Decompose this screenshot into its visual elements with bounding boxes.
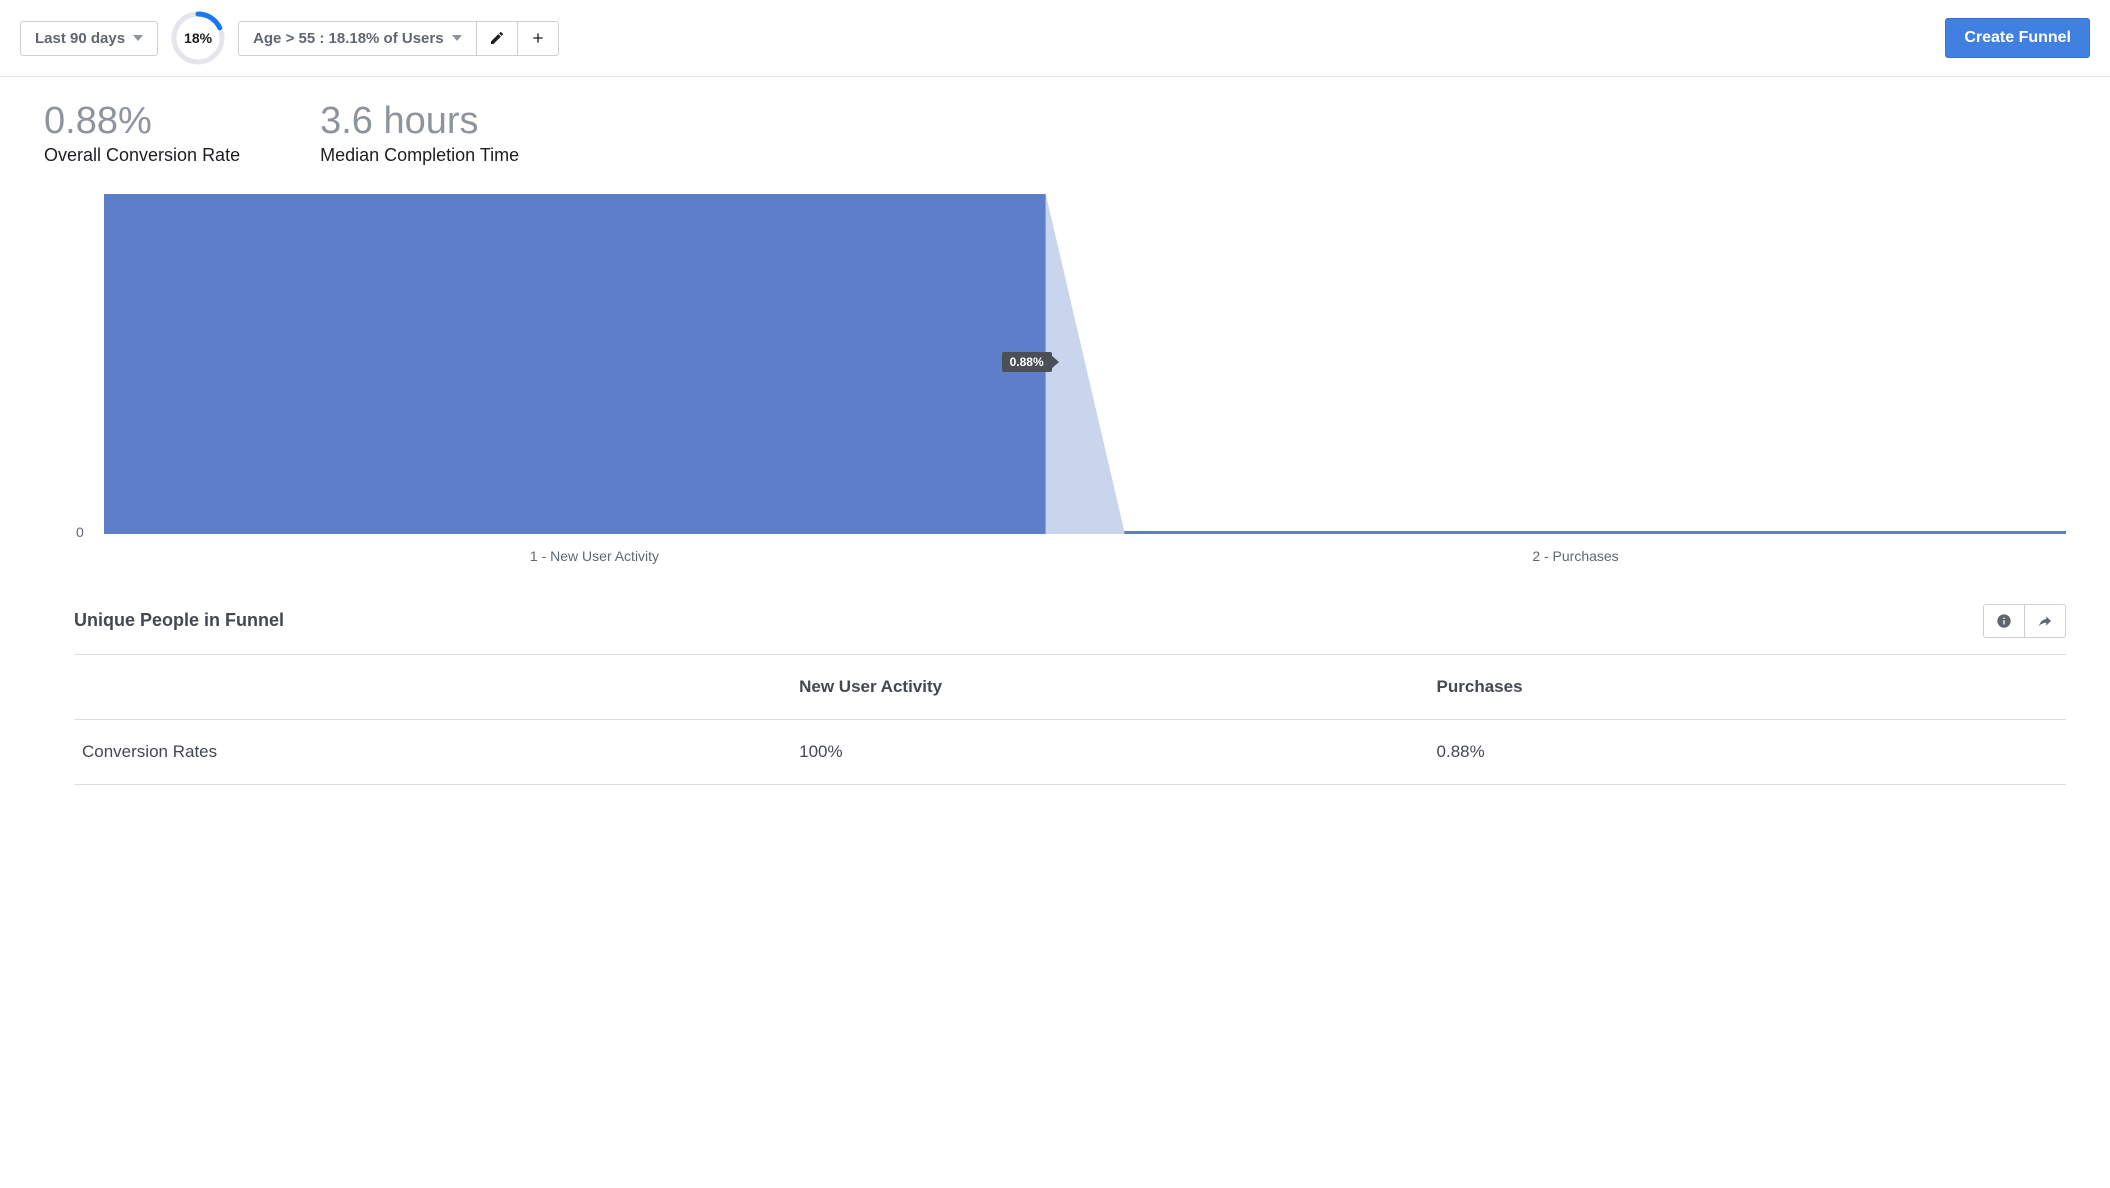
segment-percent-badge: 18% bbox=[170, 10, 226, 66]
table-actions bbox=[1983, 604, 2066, 638]
edit-segment-button[interactable] bbox=[477, 21, 518, 56]
create-funnel-button[interactable]: Create Funnel bbox=[1945, 18, 2090, 58]
info-button[interactable] bbox=[1983, 604, 2025, 638]
table-header-row: New User Activity Purchases bbox=[74, 654, 2066, 719]
metric-value: 3.6 hours bbox=[320, 101, 519, 143]
segment-controls: Age > 55 : 18.18% of Users bbox=[238, 21, 559, 56]
table-header-blank bbox=[74, 654, 791, 719]
info-icon bbox=[1996, 613, 2012, 629]
pencil-icon bbox=[489, 30, 505, 46]
row-label: Conversion Rates bbox=[74, 719, 791, 784]
table-title: Unique People in Funnel bbox=[74, 610, 284, 631]
share-icon bbox=[2037, 613, 2053, 629]
table-header-step1: New User Activity bbox=[791, 654, 1428, 719]
date-range-label: Last 90 days bbox=[35, 30, 125, 47]
toolbar: Last 90 days 18% Age > 55 : 18.18% of Us… bbox=[0, 0, 2110, 77]
x-label-step1: 1 - New User Activity bbox=[104, 548, 1085, 564]
caret-down-icon bbox=[133, 35, 143, 41]
table-section-header: Unique People in Funnel bbox=[74, 604, 2066, 638]
funnel-tooltip: 0.88% bbox=[1002, 352, 1052, 372]
row-value-step2: 0.88% bbox=[1429, 719, 2066, 784]
caret-down-icon bbox=[452, 35, 462, 41]
x-label-step2: 2 - Purchases bbox=[1085, 548, 2066, 564]
metric-label: Overall Conversion Rate bbox=[44, 145, 240, 166]
row-value-step1: 100% bbox=[791, 719, 1428, 784]
segment-percent-text: 18% bbox=[184, 30, 212, 46]
add-segment-button[interactable] bbox=[518, 21, 559, 56]
funnel-table: New User Activity Purchases Conversion R… bbox=[74, 654, 2066, 785]
segment-label: Age > 55 : 18.18% of Users bbox=[253, 30, 444, 47]
metric-label: Median Completion Time bbox=[320, 145, 519, 166]
main-content: 0.88% Overall Conversion Rate 3.6 hours … bbox=[0, 77, 2110, 825]
metric-conversion: 0.88% Overall Conversion Rate bbox=[44, 101, 240, 166]
table-row: Conversion Rates 100% 0.88% bbox=[74, 719, 2066, 784]
funnel-chart bbox=[104, 194, 2066, 534]
segment-dropdown[interactable]: Age > 55 : 18.18% of Users bbox=[238, 21, 477, 56]
x-axis-labels: 1 - New User Activity 2 - Purchases bbox=[104, 548, 2066, 564]
metrics-row: 0.88% Overall Conversion Rate 3.6 hours … bbox=[44, 101, 2066, 166]
funnel-chart-wrap: 0 0.88% bbox=[104, 194, 2066, 534]
y-axis-zero: 0 bbox=[76, 524, 84, 540]
share-button[interactable] bbox=[2025, 604, 2066, 638]
metric-value: 0.88% bbox=[44, 101, 240, 143]
metric-completion: 3.6 hours Median Completion Time bbox=[320, 101, 519, 166]
date-range-dropdown[interactable]: Last 90 days bbox=[20, 21, 158, 56]
plus-icon bbox=[530, 30, 546, 46]
table-header-step2: Purchases bbox=[1429, 654, 2066, 719]
